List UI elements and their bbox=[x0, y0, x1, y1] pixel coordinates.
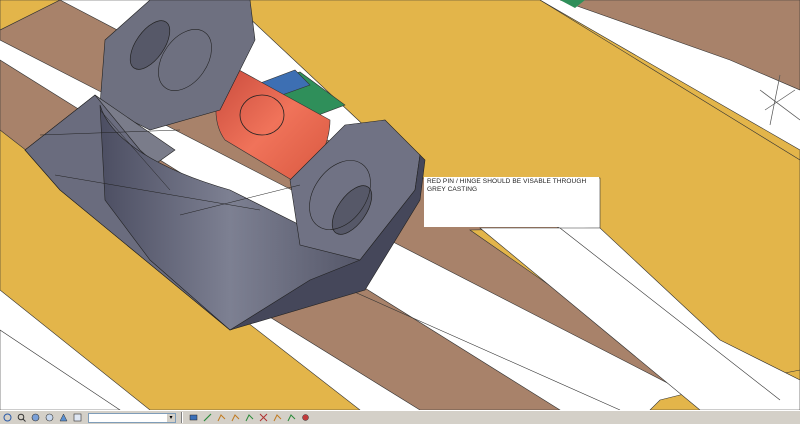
model-viewport[interactable]: RED PIN / HINGE SHOULD BE VISABLE THROUG… bbox=[0, 0, 800, 410]
zoom-icon[interactable] bbox=[16, 412, 27, 423]
annotation-text: RED PIN / HINGE SHOULD BE VISABLE THROUG… bbox=[427, 178, 587, 193]
toolbar-separator bbox=[181, 412, 183, 423]
bottom-toolbar: ▾ bbox=[0, 410, 800, 424]
grid-icon[interactable] bbox=[216, 412, 227, 423]
navigate-icon[interactable] bbox=[58, 412, 69, 423]
toolbar-left-group: ▾ bbox=[0, 412, 178, 424]
ortho-icon[interactable] bbox=[230, 412, 241, 423]
pan-icon[interactable] bbox=[30, 412, 41, 423]
view-icon[interactable] bbox=[44, 412, 55, 423]
lweight-icon[interactable] bbox=[286, 412, 297, 423]
view-dropdown[interactable]: ▾ bbox=[88, 412, 176, 423]
snap-icon[interactable] bbox=[202, 412, 213, 423]
model-icon[interactable] bbox=[300, 412, 311, 423]
otrack-icon[interactable] bbox=[272, 412, 283, 423]
toolbar-right-group bbox=[186, 412, 316, 424]
render-icon[interactable] bbox=[72, 412, 83, 423]
orbit-icon[interactable] bbox=[2, 412, 13, 423]
polar-icon[interactable] bbox=[244, 412, 255, 423]
annotation-callout: RED PIN / HINGE SHOULD BE VISABLE THROUG… bbox=[424, 177, 599, 227]
osnap-icon[interactable] bbox=[258, 412, 269, 423]
layer-icon[interactable] bbox=[188, 412, 199, 423]
cad-drawing bbox=[0, 0, 800, 410]
chevron-down-icon: ▾ bbox=[167, 413, 175, 422]
